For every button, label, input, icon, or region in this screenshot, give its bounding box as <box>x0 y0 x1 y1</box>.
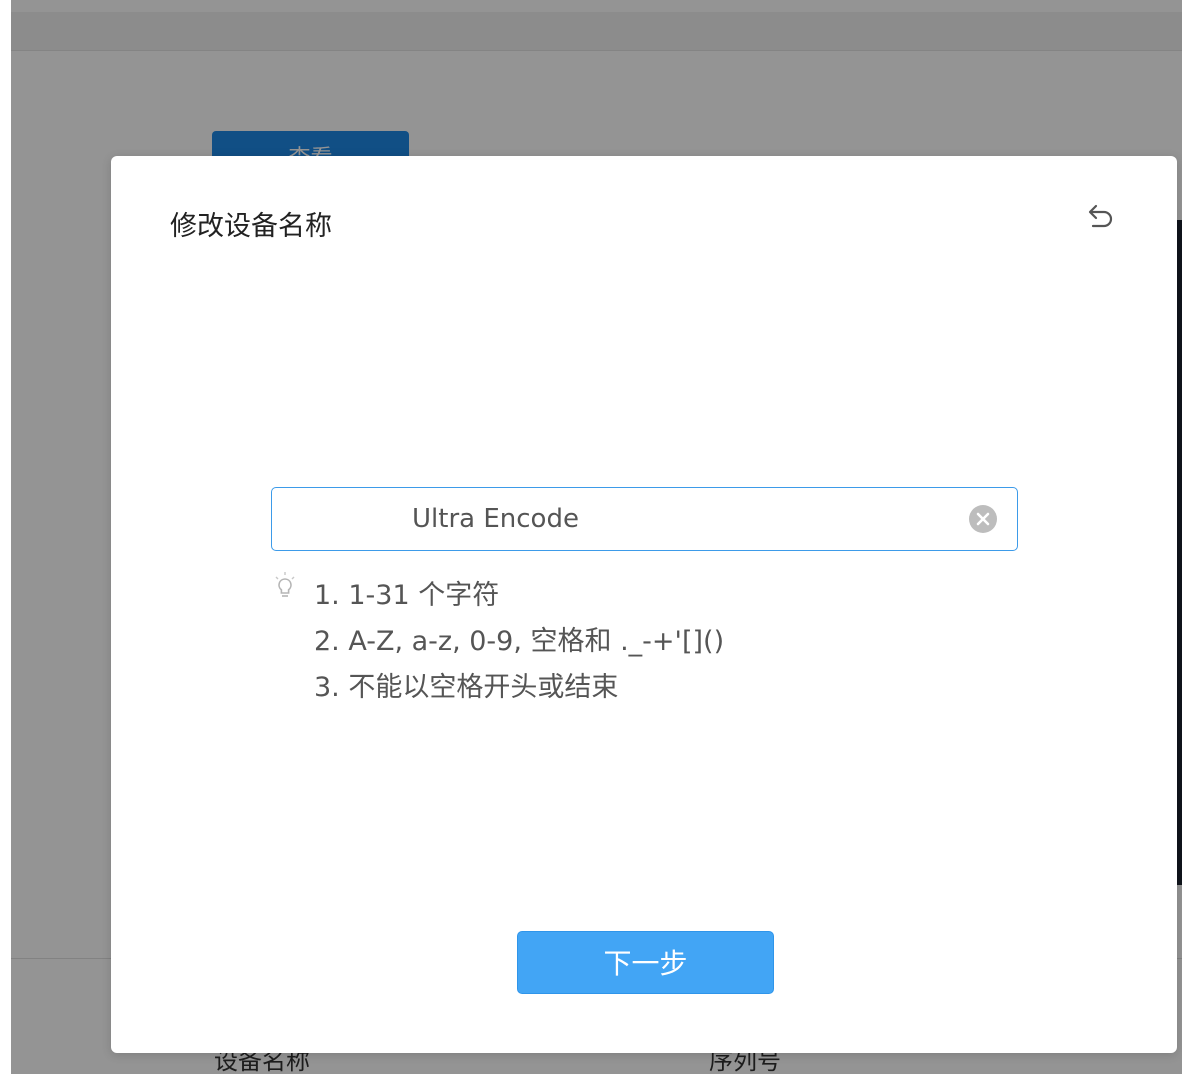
clear-circle-icon[interactable] <box>969 505 997 533</box>
naming-rule-2: 2. A-Z, a-z, 0-9, 空格和 ._-+'[]() <box>314 626 725 657</box>
device-name-field[interactable] <box>271 487 1018 551</box>
undo-arrow-icon[interactable] <box>1083 200 1117 234</box>
dialog-title: 修改设备名称 <box>170 211 332 242</box>
naming-rule-1: 1. 1-31 个字符 <box>314 580 500 611</box>
rename-device-dialog: 修改设备名称 1. 1-31 个字符 2. A-Z, a-z, 0-9, 空格和… <box>111 156 1177 1053</box>
naming-rule-3: 3. 不能以空格开头或结束 <box>314 672 619 703</box>
next-step-button[interactable]: 下一步 <box>517 931 774 994</box>
naming-rules-list: 1. 1-31 个字符 2. A-Z, a-z, 0-9, 空格和 ._-+'[… <box>314 573 724 711</box>
left-edge-strip <box>0 0 11 1074</box>
lightbulb-icon <box>273 570 297 602</box>
device-name-input[interactable] <box>272 488 952 549</box>
